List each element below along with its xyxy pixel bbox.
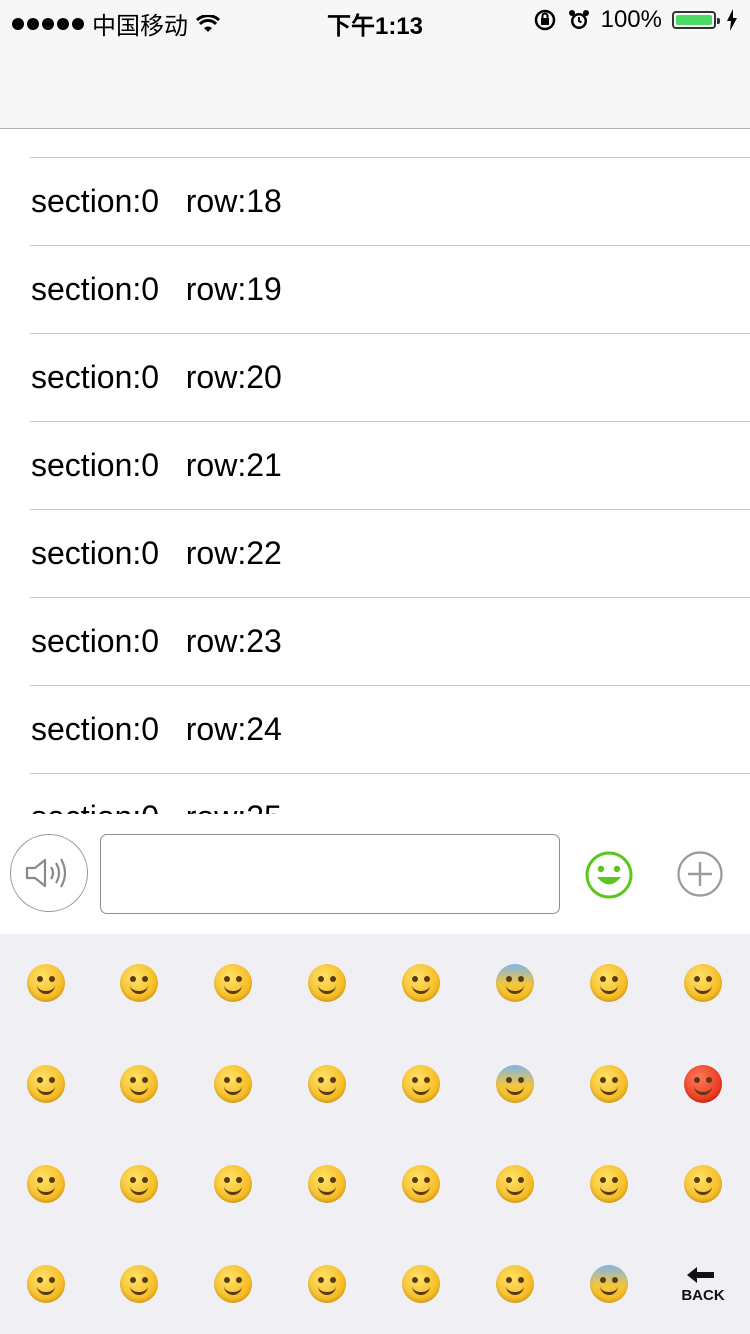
unamused-icon (308, 1065, 346, 1103)
grin-icon (27, 964, 65, 1002)
back-arrow-icon: BACK (678, 1264, 728, 1304)
emoji-kissing-heart[interactable] (92, 1134, 186, 1234)
back-label: BACK (681, 1287, 725, 1304)
flushed-icon (214, 964, 252, 1002)
emoji-astonished[interactable] (562, 1134, 656, 1234)
row-label: section:0 row:20 (31, 359, 282, 395)
fearful-icon (496, 1065, 534, 1103)
heart-eyes-icon (120, 1065, 158, 1103)
emoji-smirk[interactable] (280, 1134, 374, 1234)
scream-icon (590, 1265, 628, 1303)
cry-icon (496, 1265, 534, 1303)
persevere-icon (496, 1165, 534, 1203)
disappointed-icon (402, 1065, 440, 1103)
pensive-icon (402, 964, 440, 1002)
chat-input-bar (0, 814, 750, 934)
emoji-grimace[interactable] (186, 1134, 280, 1234)
emoji-scream[interactable] (562, 1234, 656, 1334)
joy-icon (590, 1065, 628, 1103)
emoji-worried[interactable] (374, 1234, 468, 1334)
status-bar: 中国移动 下午1:13 100% (0, 0, 750, 40)
cold-sweat-icon (496, 964, 534, 1002)
table-row[interactable]: section:0 row:23 (30, 597, 750, 685)
blush-icon (27, 1065, 65, 1103)
row-label: section:0 row:24 (31, 711, 282, 747)
grimace-icon (214, 1165, 252, 1203)
table-row[interactable]: section:0 row:22 (30, 509, 750, 597)
smiley-icon[interactable] (584, 850, 634, 900)
rotation-lock-icon (534, 9, 555, 31)
emoji-angry[interactable] (656, 933, 750, 1033)
emoji-cold-sweat[interactable] (468, 933, 562, 1033)
emoji-blush[interactable] (0, 1034, 93, 1134)
wink-icon (120, 964, 158, 1002)
table-row[interactable]: section:0 row:21 (30, 421, 750, 509)
emoji-disappointed[interactable] (374, 1034, 468, 1134)
relieved-icon (214, 1065, 252, 1103)
kissing-heart-icon (120, 1165, 158, 1203)
row-label: section:0 row:21 (31, 447, 282, 483)
voice-button[interactable] (10, 834, 88, 912)
row-label: section:0 row:23 (31, 623, 282, 659)
plus-icon[interactable] (676, 850, 724, 898)
smirk-icon (308, 1165, 346, 1203)
emoji-back-button[interactable]: BACK (656, 1234, 750, 1334)
astonished-icon (590, 1165, 628, 1203)
message-input[interactable] (100, 834, 560, 914)
battery-percent: 100% (600, 6, 662, 33)
emoji-smiley[interactable] (0, 1134, 93, 1234)
emoji-stuck-out-tongue-wink[interactable] (186, 1234, 280, 1334)
emoji-relaxed[interactable] (0, 1234, 93, 1334)
battery-icon (672, 11, 720, 29)
emoji-persevere[interactable] (468, 1134, 562, 1234)
table-row[interactable]: section:0 row:19 (30, 245, 750, 333)
table-row[interactable]: section:0 row:20 (30, 333, 750, 421)
emoji-joy[interactable] (562, 1034, 656, 1134)
speaker-icon (25, 858, 67, 888)
alarm-icon (568, 10, 589, 29)
stuck-out-tongue-wink-icon (214, 1265, 252, 1303)
emoji-flushed[interactable] (186, 933, 280, 1033)
emoji-sob[interactable] (562, 933, 656, 1033)
relaxed-icon (27, 1265, 65, 1303)
emoji-cry[interactable] (468, 1234, 562, 1334)
emoji-tongue-squint[interactable] (280, 933, 374, 1033)
emoji-keyboard: BACK (0, 934, 750, 1334)
sweat-icon (308, 1265, 346, 1303)
emoji-relieved[interactable] (186, 1034, 280, 1134)
emoji-grin[interactable] (0, 933, 93, 1033)
tongue-squint-icon (308, 964, 346, 1002)
row-label: section:0 row:18 (31, 183, 282, 219)
smiley-icon (27, 1165, 65, 1203)
navigation-bar (0, 40, 750, 129)
angry-icon (684, 964, 722, 1002)
emoji-unamused[interactable] (280, 1034, 374, 1134)
table-row[interactable]: section:0 row:18 (30, 157, 750, 245)
emoji-confounded[interactable] (374, 1134, 468, 1234)
emoji-kissing-closed-eyes[interactable] (92, 1234, 186, 1334)
emoji-wink[interactable] (92, 933, 186, 1033)
message-table[interactable]: section:0 row:18 section:0 row:19 section:… (0, 129, 750, 814)
table-row[interactable]: section:0 row:25 (30, 773, 750, 814)
confounded-icon (402, 1165, 440, 1203)
emoji-fearful[interactable] (468, 1034, 562, 1134)
row-label: section:0 row:22 (31, 535, 282, 571)
worried-icon (402, 1265, 440, 1303)
sob-icon (590, 964, 628, 1002)
kissing-closed-eyes-icon (120, 1265, 158, 1303)
emoji-sweat[interactable] (280, 1234, 374, 1334)
emoji-sleepy[interactable] (656, 1134, 750, 1234)
emoji-rage[interactable] (656, 1034, 750, 1134)
table-row[interactable]: section:0 row:24 (30, 685, 750, 773)
sleepy-icon (684, 1165, 722, 1203)
row-label: section:0 row:19 (31, 271, 282, 307)
emoji-pensive[interactable] (374, 933, 468, 1033)
charging-bolt-icon (727, 9, 737, 31)
emoji-heart-eyes[interactable] (92, 1034, 186, 1134)
rage-icon (684, 1065, 722, 1103)
row-label: section:0 row:25 (31, 799, 282, 814)
